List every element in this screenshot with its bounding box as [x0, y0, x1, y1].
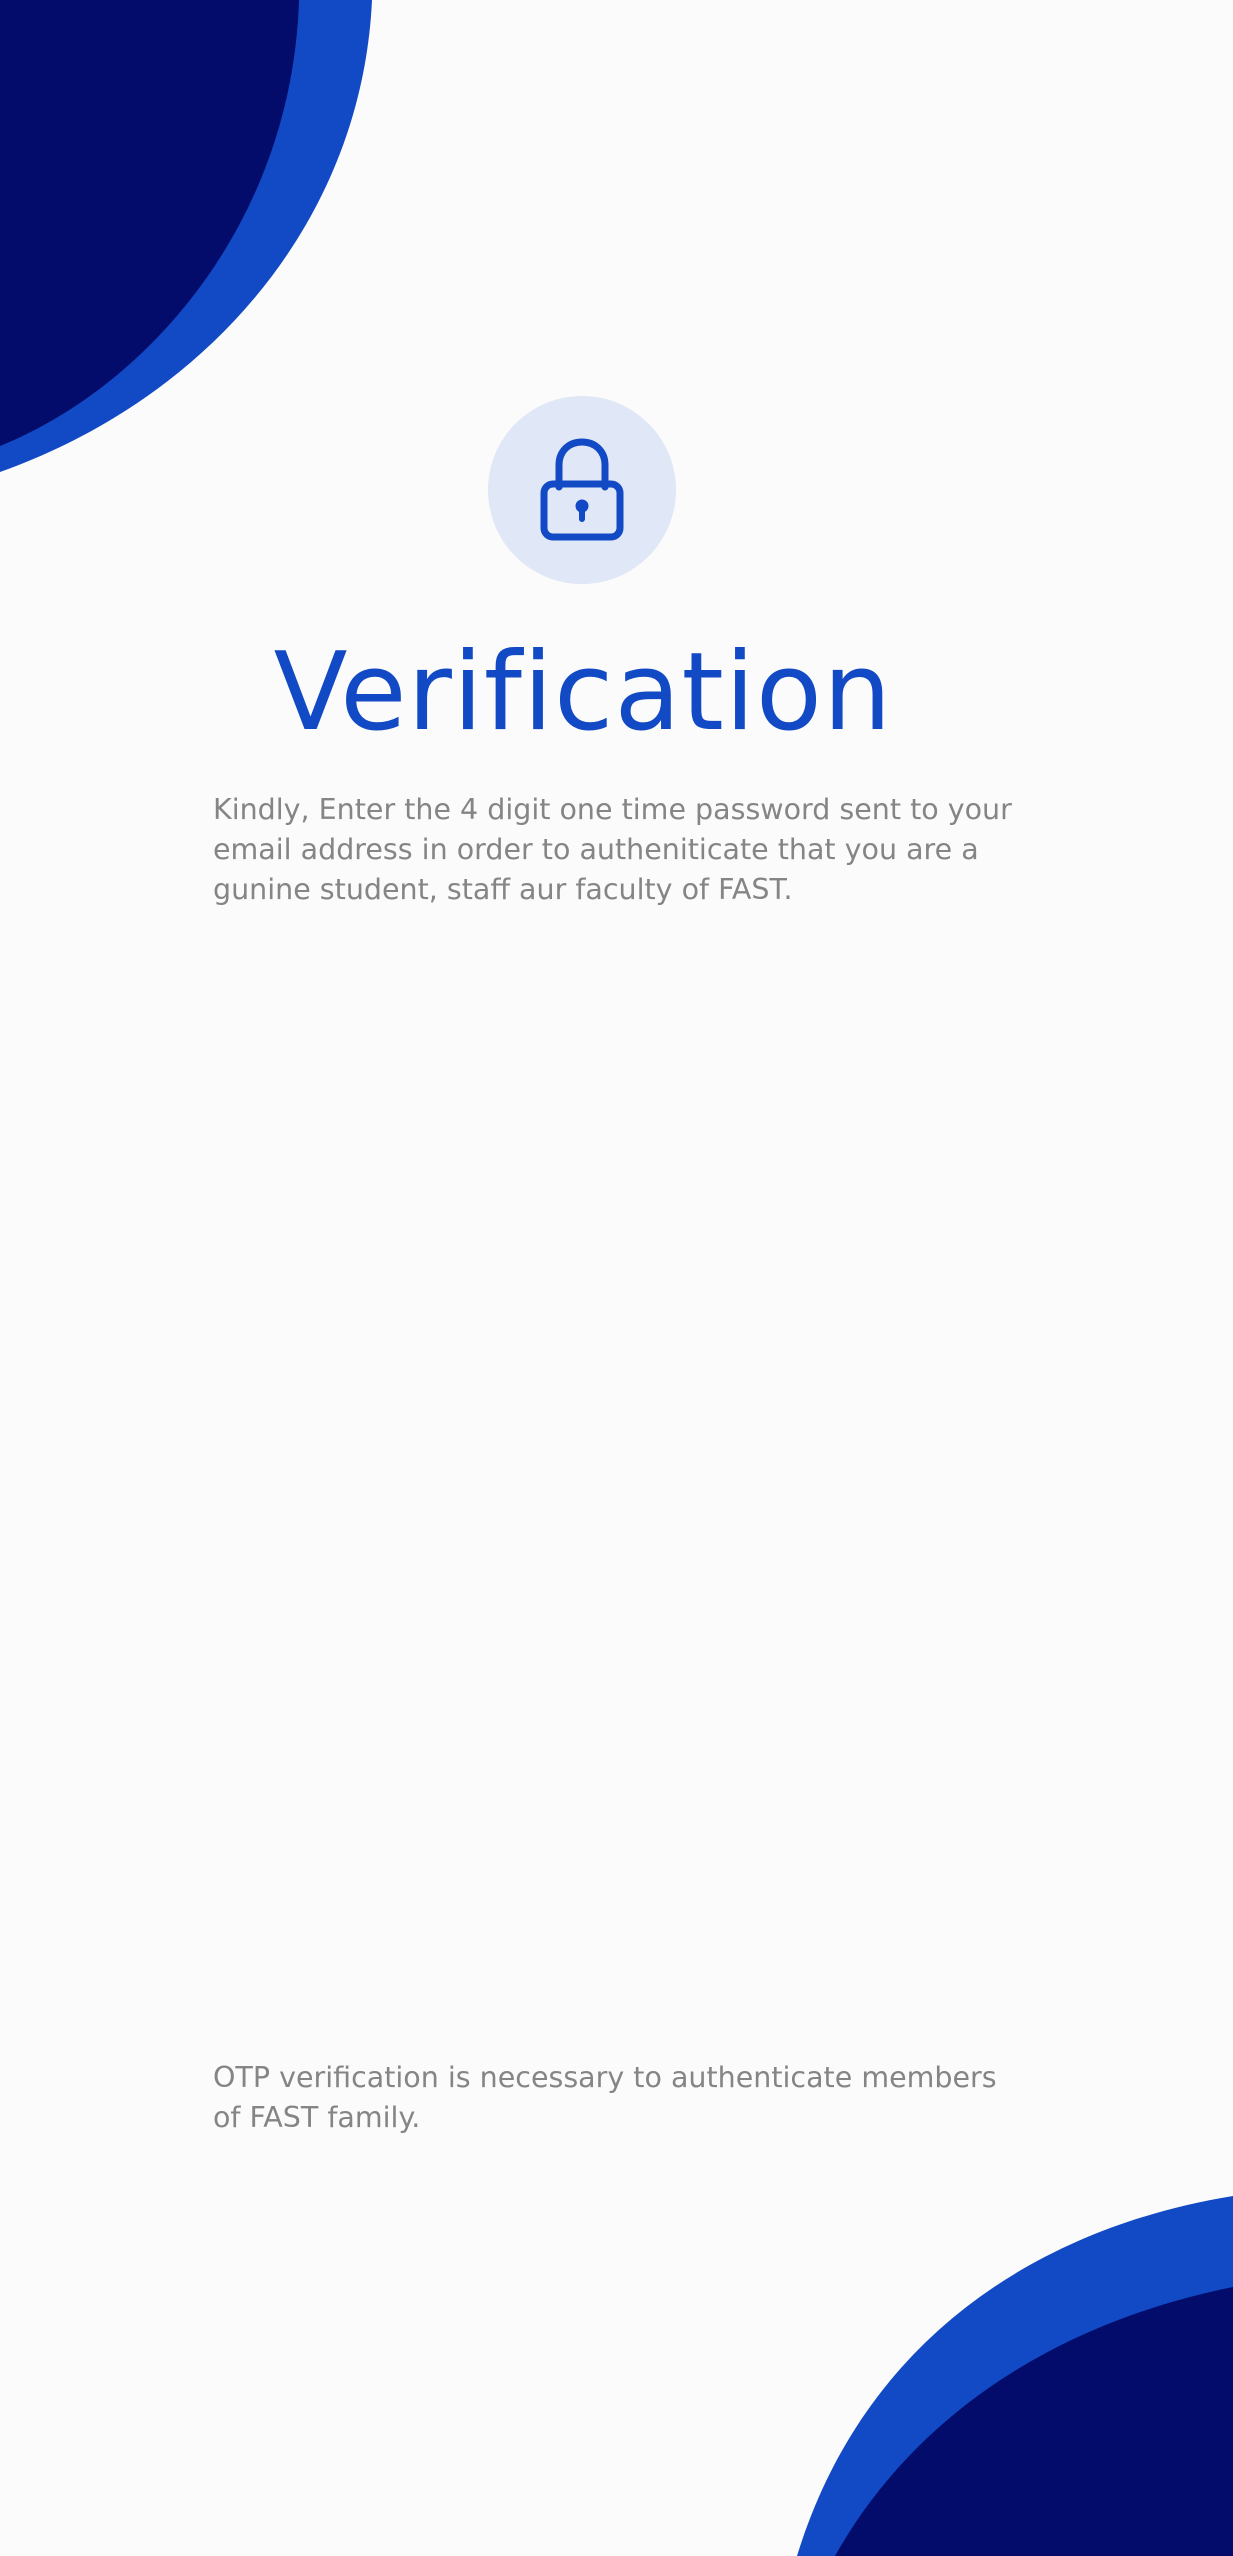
background-decorations	[0, 0, 1233, 2556]
otp-footnote-text: OTP verification is necessary to authent…	[213, 2061, 997, 2134]
bottom-right-navy-arc	[835, 2287, 1233, 2556]
lock-icon	[540, 438, 624, 541]
instructions-text: Kindly, Enter the 4 digit one time passw…	[213, 793, 1012, 906]
top-left-navy-arc	[0, 0, 299, 446]
page-title: Verification	[273, 630, 893, 755]
lock-badge	[488, 396, 676, 584]
bottom-right-blue-arc	[797, 2196, 1233, 2556]
top-left-blue-arc	[0, 0, 372, 472]
